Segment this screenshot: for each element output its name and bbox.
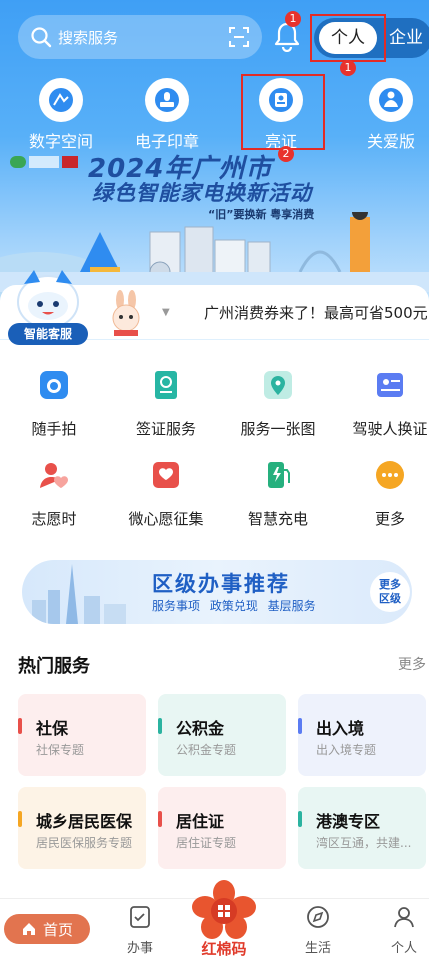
care-icon bbox=[369, 78, 413, 122]
card-accent-bar bbox=[298, 811, 302, 827]
tab-personal[interactable]: 个人 bbox=[374, 905, 429, 956]
hot-card-housing-fund[interactable]: 公积金 公积金专题 bbox=[158, 694, 286, 776]
service-visa[interactable]: 签证服务 bbox=[118, 368, 214, 439]
tab-tasks[interactable]: 办事 bbox=[110, 905, 170, 956]
tab-home[interactable]: 首页 bbox=[4, 914, 90, 944]
quick-action-label: 关爱版 bbox=[366, 132, 415, 151]
district-more-button[interactable]: 更多 区级 bbox=[370, 572, 410, 612]
search-icon bbox=[31, 27, 52, 48]
service-label: 服务一张图 bbox=[240, 420, 316, 438]
tab-tasks-label: 办事 bbox=[126, 941, 153, 956]
card-title: 出入境 bbox=[316, 719, 365, 738]
card-title: 居住证 bbox=[176, 812, 225, 831]
service-label: 志愿时 bbox=[31, 510, 77, 528]
quick-action-care-edition[interactable]: 关爱版 bbox=[346, 78, 429, 152]
card-subtitle: 出入境专题 bbox=[316, 743, 377, 757]
more-icon bbox=[376, 461, 404, 489]
highlight-badge-1: 1 bbox=[340, 60, 356, 76]
notification-badge: 1 bbox=[285, 11, 301, 27]
checklist-icon bbox=[130, 906, 150, 928]
seal-icon bbox=[145, 78, 189, 122]
rabbit-mascot-icon bbox=[112, 290, 140, 336]
search-placeholder[interactable]: 搜索服务 bbox=[58, 27, 228, 48]
hot-services-more-link[interactable]: 更多 bbox=[398, 654, 426, 674]
driver-card-icon bbox=[377, 373, 403, 397]
service-label: 微心愿征集 bbox=[128, 510, 204, 528]
card-subtitle: 湾区互通，共建... bbox=[316, 836, 412, 850]
passport-icon bbox=[155, 371, 177, 399]
district-title: 区级办事推荐 bbox=[152, 572, 290, 596]
highlight-badge-2: 2 bbox=[278, 146, 294, 162]
card-title: 社保 bbox=[36, 719, 69, 738]
service-driver-license[interactable]: 驾驶人换证 bbox=[342, 368, 429, 439]
hot-card-medical-insurance[interactable]: 城乡居民医保 居民医保服务专题 bbox=[18, 787, 146, 869]
compass-icon bbox=[307, 906, 329, 928]
red-kapok-code-icon[interactable] bbox=[192, 880, 256, 942]
card-accent-bar bbox=[158, 718, 162, 734]
card-accent-bar bbox=[158, 811, 162, 827]
service-label: 更多 bbox=[374, 510, 405, 528]
card-subtitle: 公积金专题 bbox=[176, 743, 237, 757]
caret-down-icon: ▼ bbox=[162, 307, 170, 318]
service-label: 智慧充电 bbox=[247, 510, 308, 528]
hot-services-title: 热门服务 bbox=[18, 656, 90, 677]
card-title: 城乡居民医保 bbox=[36, 812, 133, 831]
highlight-box-1 bbox=[310, 14, 386, 62]
hot-card-residence-permit[interactable]: 居住证 居住证专题 bbox=[158, 787, 286, 869]
district-more-line1: 更多 bbox=[379, 578, 401, 591]
banner-title-line2[interactable]: 绿色智能家电换新活动 bbox=[92, 177, 312, 207]
service-label: 签证服务 bbox=[135, 420, 196, 438]
card-subtitle: 社保专题 bbox=[36, 743, 85, 757]
quick-action-e-seal[interactable]: 电子印章 bbox=[122, 78, 212, 152]
camera-icon bbox=[40, 371, 68, 399]
district-recommend-banner[interactable]: 区级办事推荐 服务事项 政策兑现 基层服务 更多 区级 bbox=[22, 560, 412, 624]
district-more-line2: 区级 bbox=[379, 592, 401, 605]
service-snapshot[interactable]: 随手拍 bbox=[6, 368, 102, 439]
tab-life-label: 生活 bbox=[304, 941, 331, 956]
canton-tower-illustration bbox=[32, 564, 126, 624]
ticker-text[interactable]: 广州消费券来了！最高可省500元 bbox=[204, 302, 428, 323]
tab-red-kapok-code-label[interactable]: 红棉码 bbox=[196, 938, 252, 959]
card-accent-bar bbox=[18, 811, 22, 827]
home-icon bbox=[22, 923, 35, 935]
tab-personal-label: 个人 bbox=[390, 941, 417, 956]
wish-icon bbox=[153, 462, 179, 488]
hot-card-social-security[interactable]: 社保 社保专题 bbox=[18, 694, 146, 776]
hot-card-hk-macau[interactable]: 港澳专区 湾区互通，共建... bbox=[298, 787, 426, 869]
volunteer-icon bbox=[40, 463, 68, 488]
digital-space-icon bbox=[39, 78, 83, 122]
district-tags: 服务事项 政策兑现 基层服务 bbox=[152, 599, 316, 613]
tab-home-label: 首页 bbox=[42, 920, 73, 939]
smart-service-label[interactable]: 智能客服 bbox=[8, 323, 88, 345]
service-map[interactable]: 服务一张图 bbox=[230, 368, 326, 439]
service-charging[interactable]: 智慧充电 bbox=[230, 458, 326, 529]
card-title: 港澳专区 bbox=[316, 812, 381, 831]
card-accent-bar bbox=[18, 718, 22, 734]
hot-card-exit-entry[interactable]: 出入境 出入境专题 bbox=[298, 694, 426, 776]
search-bar[interactable]: 搜索服务 bbox=[18, 15, 262, 59]
sponsor-logos bbox=[10, 156, 78, 168]
tab-life[interactable]: 生活 bbox=[288, 905, 348, 956]
quick-action-digital-space[interactable]: 数字空间 bbox=[16, 78, 106, 152]
scan-icon[interactable] bbox=[228, 26, 250, 48]
user-icon bbox=[394, 907, 414, 928]
card-subtitle: 居住证专题 bbox=[176, 836, 237, 850]
charging-icon bbox=[268, 462, 290, 488]
highlight-box-2 bbox=[241, 74, 325, 150]
map-pin-icon bbox=[264, 371, 292, 399]
service-volunteer[interactable]: 志愿时 bbox=[6, 458, 102, 529]
service-wish[interactable]: 微心愿征集 bbox=[118, 458, 214, 529]
toggle-enterprise[interactable]: 企业 bbox=[386, 22, 426, 54]
service-label: 驾驶人换证 bbox=[352, 420, 428, 438]
service-more[interactable]: 更多 bbox=[342, 458, 429, 529]
service-label: 随手拍 bbox=[31, 420, 77, 438]
card-subtitle: 居民医保服务专题 bbox=[36, 836, 133, 850]
card-title: 公积金 bbox=[176, 719, 225, 738]
card-accent-bar bbox=[298, 718, 302, 734]
